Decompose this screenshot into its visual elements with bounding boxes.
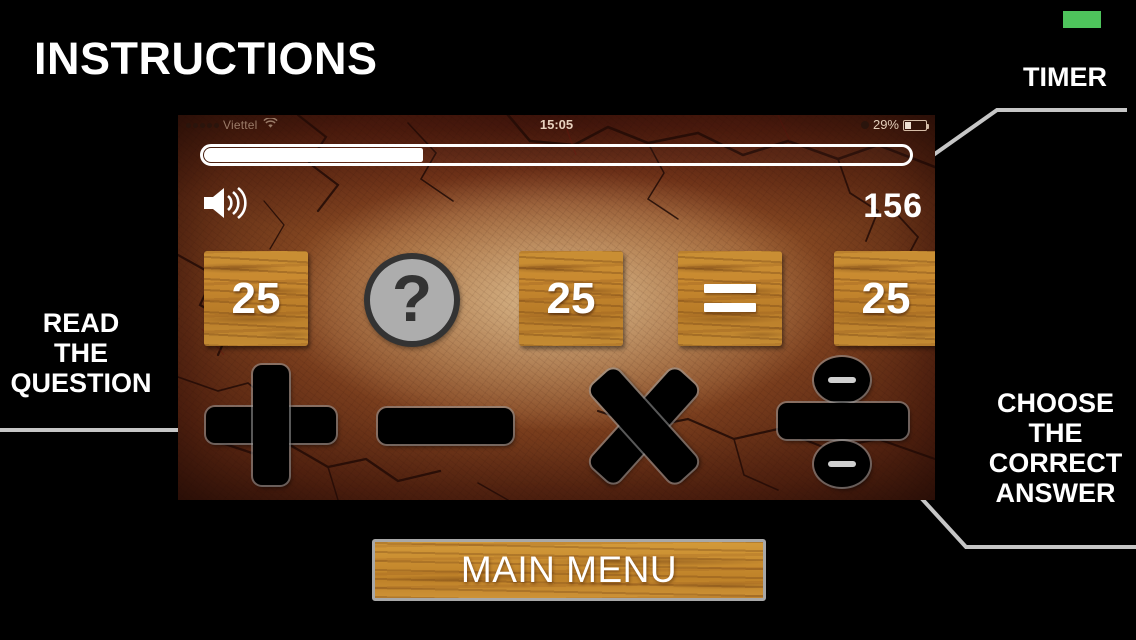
annotation-choose-answer: CHOOSE THE CORRECT ANSWER — [988, 388, 1123, 508]
plus-icon-vertical — [253, 365, 289, 485]
operand-tile-2: 25 — [519, 251, 623, 346]
answer-minus-button[interactable] — [378, 408, 513, 444]
equals-icon — [704, 283, 756, 314]
timer-progress-bar — [200, 144, 913, 166]
status-bar-time: 15:05 — [539, 117, 574, 132]
main-menu-button-label: MAIN MENU — [460, 549, 678, 590]
divide-icon-dot-bottom — [814, 441, 870, 487]
operand-tile-1: 25 — [204, 251, 308, 346]
speaker-on-icon[interactable] — [200, 183, 250, 223]
divide-icon-dot-top — [814, 357, 870, 403]
operand-tile-2-value: 25 — [546, 273, 596, 323]
recording-indicator — [1063, 11, 1101, 28]
minus-icon — [378, 408, 513, 444]
question-row: 25 ? 25 25 — [178, 251, 935, 351]
question-mark-icon: ? — [391, 261, 433, 335]
result-tile-value: 25 — [861, 273, 911, 323]
equals-tile — [678, 251, 782, 346]
page-title: INSTRUCTIONS — [34, 33, 378, 84]
score-label: 156 — [863, 187, 923, 225]
annotation-timer: TIMER — [1023, 62, 1107, 92]
unknown-operator-tile: ? — [364, 253, 460, 347]
main-menu-button[interactable]: MAIN MENU — [372, 539, 766, 601]
instructions-screen: INSTRUCTIONS TIMER READ THE QUESTION CHO… — [0, 0, 1136, 640]
annotation-read-question: READ THE QUESTION — [10, 308, 152, 398]
answer-divide-button[interactable] — [778, 357, 908, 487]
battery-percent-label: 29% — [872, 117, 899, 132]
divide-icon-bar — [778, 403, 908, 439]
game-screenshot: Viettel 15:05 29% 156 25 ? 25 25 — [178, 115, 935, 500]
answer-multiply-button[interactable] — [578, 363, 710, 488]
lock-rotation-icon — [860, 121, 869, 129]
answer-buttons-row — [178, 357, 935, 488]
result-tile: 25 — [834, 251, 935, 346]
ios-status-bar: Viettel 15:05 29% — [178, 115, 935, 135]
answer-plus-button[interactable] — [206, 365, 336, 485]
operand-tile-1-value: 25 — [231, 273, 281, 323]
status-bar-right: 29% — [860, 115, 929, 135]
battery-icon — [903, 119, 929, 131]
timer-progress-fill — [204, 148, 424, 162]
